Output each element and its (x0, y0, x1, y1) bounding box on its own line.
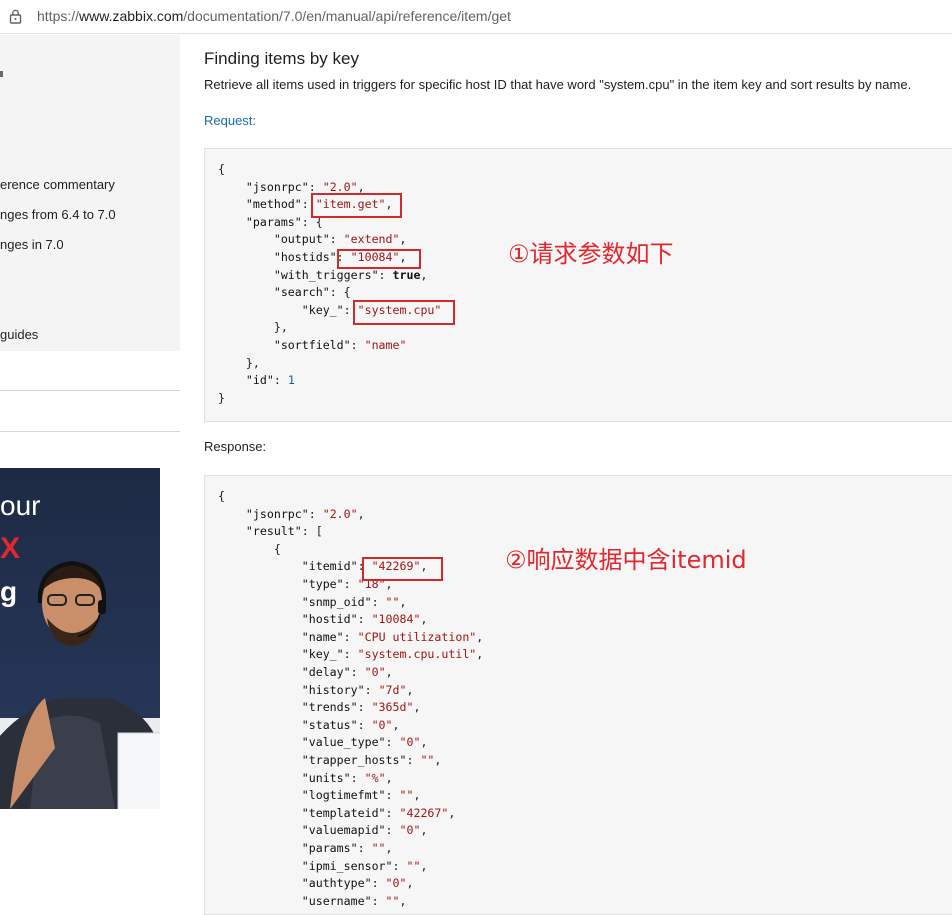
code-line: "history": "7d", (301, 682, 414, 697)
code-line: "result": [ (245, 524, 323, 539)
code-line: "templateid": "42267", (301, 805, 456, 820)
code-line: "status": "0", (301, 717, 400, 732)
sidebar-nav: erence commentary nges from 6.4 to 7.0 n… (0, 35, 180, 351)
code-line: "username": "", (301, 893, 407, 908)
code-line: "params": "", (301, 841, 393, 855)
ad-subline: g (0, 576, 18, 607)
code-line: { (218, 541, 281, 556)
code-line: "snmp_oid": "", (301, 594, 407, 609)
request-label[interactable]: Request: (204, 113, 256, 128)
code-line: "search": { (273, 285, 351, 300)
section-heading: Finding items by key (204, 49, 359, 68)
sidebar-item-changes-6-4-to-7-0[interactable]: nges from 6.4 to 7.0 (0, 207, 116, 222)
ad-brand-letter: X (0, 532, 21, 565)
code-line: }, (218, 355, 260, 370)
highlight-hostids-box (337, 249, 421, 269)
sidebar-divider (0, 431, 180, 432)
code-line: "trends": "365d", (301, 700, 421, 715)
code-line: "name": "CPU utilization", (301, 629, 484, 644)
code-line: "params": { (245, 214, 323, 229)
lock-icon[interactable] (9, 9, 22, 24)
response-label: Response: (204, 439, 267, 454)
sidebar-divider (0, 390, 180, 391)
highlight-itemid-box (362, 557, 443, 581)
code-line: "logtimefmt": "", (301, 788, 421, 803)
ad-headline: our (0, 490, 41, 521)
request-code-block[interactable]: { "jsonrpc": "2.0", "method": "item.get"… (204, 148, 952, 422)
code-line: "delay": "0", (301, 665, 393, 679)
code-line: "units": "%", (301, 770, 393, 785)
sidebar-item-guides[interactable]: guides (0, 327, 38, 342)
sidebar-item-changes-in-7-0[interactable]: nges in 7.0 (0, 237, 64, 252)
code-line: "valuemapid": "0", (301, 823, 428, 838)
code-line: "trapper_hosts": "", (301, 753, 442, 767)
code-line: "id": 1 (245, 373, 295, 388)
code-line: "authtype": "0", (301, 876, 414, 891)
ad-banner[interactable]: our X g (0, 468, 160, 809)
highlight-method-box (311, 193, 402, 218)
url-text[interactable]: https://www.zabbix.com/documentation/7.0… (37, 8, 511, 24)
address-bar[interactable]: https://www.zabbix.com/documentation/7.0… (0, 0, 952, 34)
request-annotation: ①请求参数如下 (508, 240, 674, 268)
code-line: "ipmi_sensor": "", (301, 858, 428, 873)
code-line: "output": "extend", (273, 232, 407, 247)
response-annotation: ②响应数据中含itemid (505, 546, 747, 574)
url-prefix: https:// (37, 8, 80, 24)
sidebar-item-reference-commentary[interactable]: erence commentary (0, 177, 115, 192)
code-line: "jsonrpc": "2.0", (245, 506, 365, 521)
code-line: { (218, 489, 225, 503)
ad-person-image (0, 560, 160, 809)
section-description: Retrieve all items used in triggers for … (204, 77, 912, 92)
code-line: "value_type": "0", (301, 735, 428, 750)
code-line: "with_triggers": true, (273, 267, 428, 282)
code-line: }, (218, 320, 288, 335)
highlight-key-box (353, 300, 455, 325)
url-path: /documentation/7.0/en/manual/api/referen… (183, 8, 511, 24)
url-host: www.zabbix.com (79, 8, 184, 24)
code-line: "key_": "system.cpu.util", (301, 647, 484, 662)
code-line: "sortfield": "name" (273, 338, 407, 352)
sidebar-marker (0, 71, 3, 77)
code-line: } (218, 390, 225, 405)
code-line: "hostid": "10084", (301, 612, 428, 627)
code-line: { (218, 162, 225, 176)
